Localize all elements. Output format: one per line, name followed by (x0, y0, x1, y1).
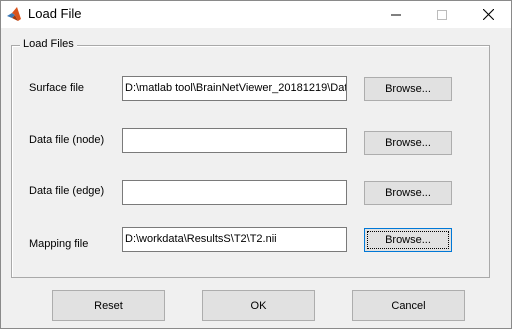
group-legend: Load Files (20, 38, 77, 50)
surface-file-input[interactable]: D:\matlab tool\BrainNetViewer_20181219\D… (122, 76, 347, 101)
edge-file-input[interactable] (122, 180, 347, 205)
node-file-browse-button[interactable]: Browse... (364, 131, 452, 155)
close-button[interactable] (465, 1, 511, 28)
maximize-icon (437, 9, 447, 20)
mapping-file-browse-button[interactable]: Browse... (364, 228, 452, 252)
minimize-button[interactable] (373, 1, 419, 28)
edge-file-browse-button[interactable]: Browse... (364, 181, 452, 205)
surface-file-label: Surface file (29, 82, 85, 94)
surface-file-browse-button[interactable]: Browse... (364, 77, 452, 101)
mapping-file-label: Mapping file (29, 238, 89, 250)
mapping-file-input[interactable]: D:\workdata\ResultsS\T2\T2.nii (122, 227, 347, 252)
browse-button-label: Browse... (385, 83, 431, 95)
matlab-icon (6, 6, 22, 22)
minimize-icon (391, 14, 401, 15)
reset-button-label: Reset (94, 299, 123, 312)
maximize-button[interactable] (419, 1, 465, 28)
edge-file-label: Data file (edge) (29, 185, 105, 197)
focus-indicator (367, 231, 449, 249)
ok-button-label: OK (250, 299, 267, 312)
node-file-label: Data file (node) (29, 134, 105, 146)
ok-button[interactable]: OK (202, 290, 315, 321)
reset-button[interactable]: Reset (52, 290, 165, 321)
window-title: Load File (28, 6, 82, 21)
load-file-dialog: Load File Load Files Surface file D:\mat… (0, 0, 512, 329)
close-icon (482, 9, 494, 20)
cancel-button[interactable]: Cancel (352, 290, 465, 321)
browse-button-label: Browse... (385, 137, 431, 149)
cancel-button-label: Cancel (391, 299, 426, 312)
browse-button-label: Browse... (385, 187, 431, 199)
title-bar[interactable]: Load File (1, 1, 511, 28)
node-file-input[interactable] (122, 128, 347, 153)
